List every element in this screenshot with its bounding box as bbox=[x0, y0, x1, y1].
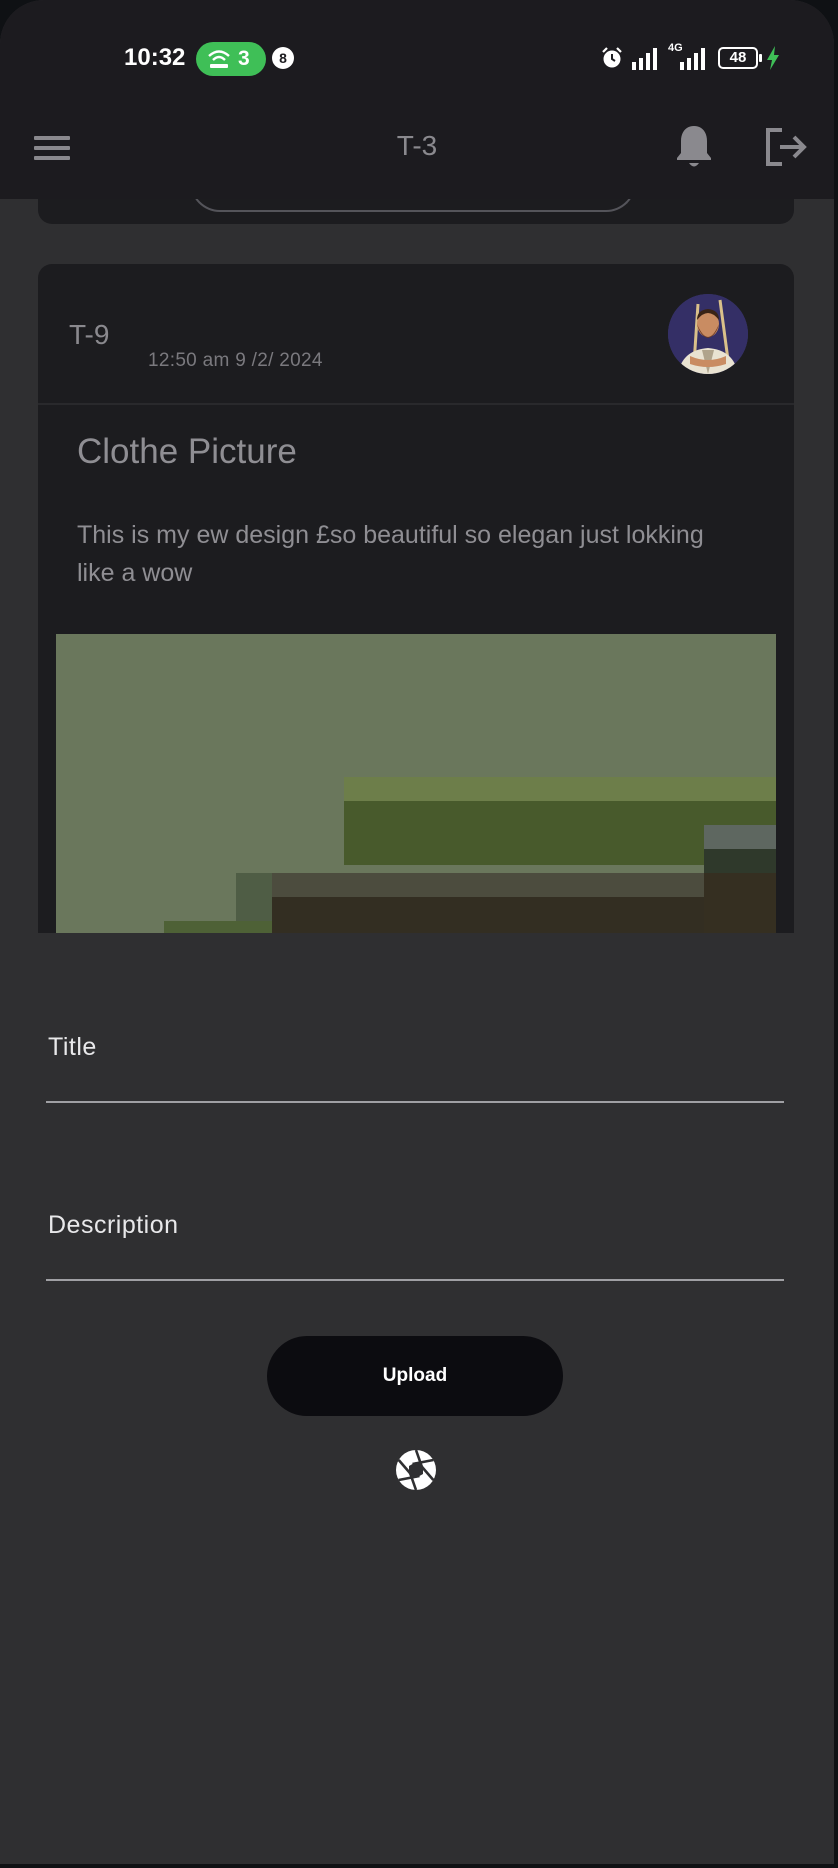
image-block bbox=[704, 849, 776, 873]
image-block bbox=[236, 873, 272, 921]
image-block bbox=[164, 921, 272, 933]
description-underline bbox=[46, 1279, 784, 1281]
hotspot-badge: 3 bbox=[196, 42, 266, 76]
previous-post-card bbox=[38, 199, 794, 224]
camera-button[interactable] bbox=[395, 1449, 437, 1491]
title-underline bbox=[46, 1101, 784, 1103]
alarm-icon bbox=[602, 47, 622, 68]
image-block bbox=[272, 897, 776, 933]
battery-indicator: 48 bbox=[718, 47, 762, 69]
avatar-illustration bbox=[668, 294, 748, 374]
post-timestamp: 12:50 am 9 /2/ 2024 bbox=[148, 350, 323, 371]
image-block bbox=[704, 873, 776, 933]
notification-count-badge: 8 bbox=[272, 47, 294, 69]
hotspot-count: 3 bbox=[238, 47, 250, 70]
post-feed[interactable]: T-9 12:50 am 9 /2/ 2024 Clothe Picture T… bbox=[0, 199, 834, 933]
signal-icon bbox=[632, 48, 657, 70]
post-title: Clothe Picture bbox=[77, 432, 297, 471]
phone-screen: 10:32 3 8 4G 48 T-3 T-9 12:50 am 9 /2/ 2… bbox=[0, 0, 834, 1864]
post-card[interactable]: T-9 12:50 am 9 /2/ 2024 Clothe Picture T… bbox=[38, 264, 794, 933]
upload-button[interactable]: Upload bbox=[267, 1336, 563, 1416]
app-bar: T-3 bbox=[0, 100, 834, 199]
logout-button[interactable] bbox=[762, 122, 810, 172]
image-block bbox=[344, 777, 776, 801]
title-field[interactable]: Title bbox=[46, 1033, 788, 1113]
description-input[interactable] bbox=[46, 1211, 788, 1271]
post-divider bbox=[38, 403, 794, 405]
logout-icon bbox=[766, 128, 807, 166]
post-description: This is my ew design £so beautiful so el… bbox=[77, 521, 704, 587]
notifications-button[interactable] bbox=[672, 122, 716, 172]
upload-sheet: Title Description Upload bbox=[0, 933, 834, 1864]
image-block bbox=[704, 825, 776, 849]
camera-shutter-icon bbox=[396, 1449, 436, 1491]
image-block bbox=[236, 873, 706, 897]
charging-icon bbox=[767, 46, 779, 70]
signal-icon-2 bbox=[680, 48, 705, 70]
status-time: 10:32 bbox=[124, 44, 186, 71]
bell-icon bbox=[677, 126, 711, 167]
avatar[interactable] bbox=[668, 294, 748, 374]
post-author: T-9 bbox=[69, 319, 110, 350]
post-image[interactable] bbox=[56, 634, 776, 933]
title-input[interactable] bbox=[46, 1033, 788, 1093]
description-field[interactable]: Description bbox=[46, 1211, 788, 1291]
status-bar: 10:32 3 8 4G 48 bbox=[0, 0, 834, 100]
previous-post-button[interactable] bbox=[190, 199, 636, 212]
hotspot-icon bbox=[208, 50, 230, 68]
